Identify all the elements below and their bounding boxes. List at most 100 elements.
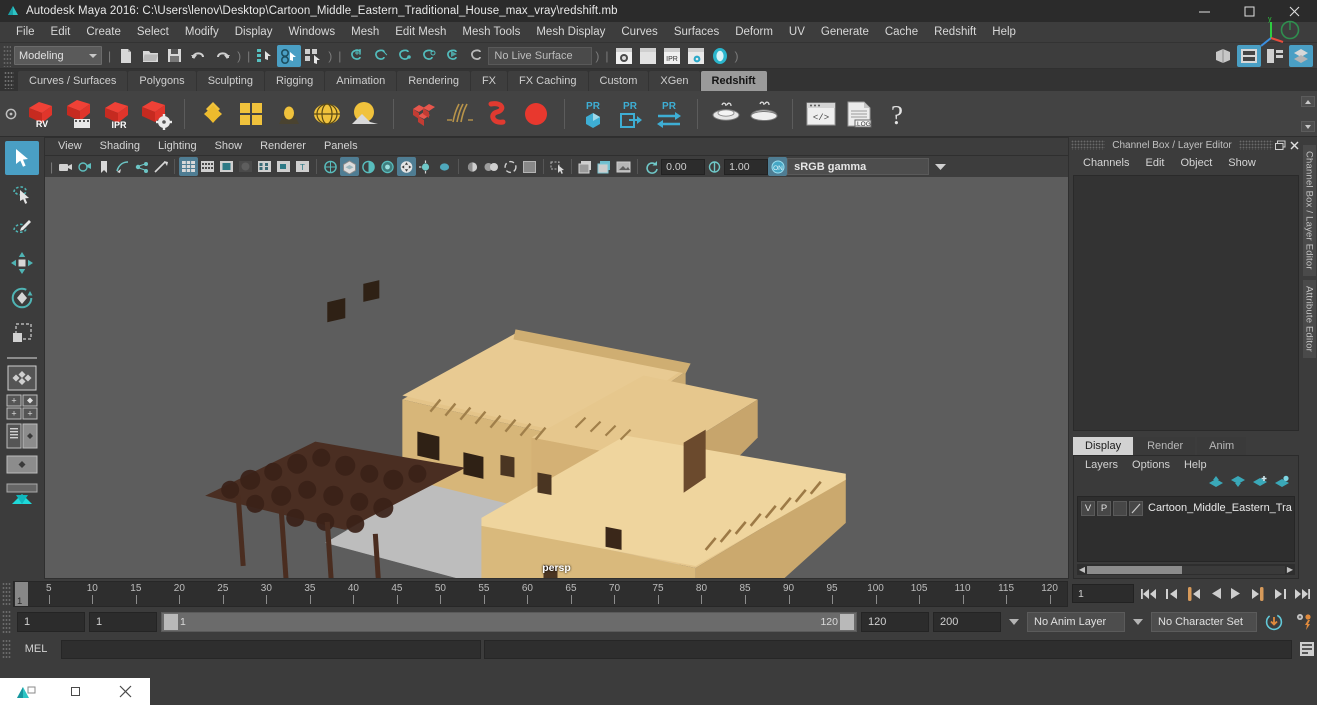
layer-menu-layers[interactable]: Layers — [1078, 459, 1125, 471]
menu-file[interactable]: File — [8, 22, 43, 43]
exposure-preview-icon[interactable] — [614, 157, 633, 176]
anim-layer-selector[interactable]: No Anim Layer — [1027, 612, 1125, 632]
new-layer-from-selected-icon[interactable] — [1274, 475, 1290, 493]
redshift-pr-material-button[interactable]: PR — [575, 96, 611, 132]
use-default-material-icon[interactable]: T — [293, 157, 312, 176]
new-layer-icon[interactable] — [1252, 475, 1268, 493]
snap-to-view-plane-icon[interactable] — [440, 45, 464, 67]
menu-curves[interactable]: Curves — [613, 22, 665, 43]
render-settings-icon[interactable] — [684, 45, 708, 67]
move-tool[interactable] — [5, 246, 39, 280]
channelbox-menu-channels[interactable]: Channels — [1075, 157, 1137, 169]
grease-pencil-icon[interactable] — [132, 157, 151, 176]
snap-to-point-icon[interactable] — [392, 45, 416, 67]
range-slider-grip[interactable] — [2, 610, 11, 634]
shelf-tab-animation[interactable]: Animation — [325, 71, 397, 91]
redshift-pr-export-button[interactable]: PR — [613, 96, 649, 132]
menu-select[interactable]: Select — [129, 22, 177, 43]
grid-icon[interactable] — [482, 157, 501, 176]
shaded-wireframe-icon[interactable] — [255, 157, 274, 176]
redshift-dome-light-button[interactable] — [309, 96, 345, 132]
xray-icon[interactable] — [416, 157, 435, 176]
show-hide-attribute-editor-icon[interactable] — [1237, 44, 1261, 67]
persp-graph-layout[interactable] — [6, 451, 38, 479]
redshift-ipr-render-button[interactable]: IPR — [100, 96, 136, 132]
redshift-render-view-button[interactable]: RV — [24, 96, 60, 132]
character-set-selector[interactable]: No Character Set — [1151, 612, 1257, 632]
resolution-gate-icon[interactable] — [520, 157, 539, 176]
shelf-grip[interactable] — [4, 71, 14, 89]
redo-icon[interactable] — [210, 45, 234, 67]
range-start-handle[interactable] — [164, 614, 178, 630]
shelf-tab-rendering[interactable]: Rendering — [397, 71, 470, 91]
step-back-frame-icon[interactable] — [1182, 583, 1203, 605]
command-line-grip[interactable] — [2, 639, 11, 659]
menu-mesh-display[interactable]: Mesh Display — [528, 22, 613, 43]
gamma-field[interactable]: 1.00 — [724, 158, 769, 175]
scroll-thumb[interactable] — [1087, 565, 1183, 574]
layer-color-swatch[interactable] — [1129, 500, 1143, 516]
step-forward-frame-icon[interactable] — [1248, 583, 1269, 605]
panel-grip[interactable] — [1071, 140, 1105, 150]
status-line-grip[interactable] — [3, 44, 11, 67]
shelf-scroll-up-icon[interactable] — [1301, 96, 1315, 107]
range-start-time-field[interactable]: 1 — [89, 612, 157, 632]
layer-list[interactable]: V P Cartoon_Middle_Eastern_Tra — [1077, 496, 1295, 562]
viewport-menu-renderer[interactable]: Renderer — [251, 137, 315, 156]
menu-create[interactable]: Create — [78, 22, 129, 43]
menu-display[interactable]: Display — [227, 22, 281, 43]
image-plane-icon[interactable] — [94, 157, 113, 176]
step-forward-keyframe-icon[interactable] — [1270, 583, 1291, 605]
shelf-tab-rigging[interactable]: Rigging — [264, 71, 325, 91]
menu-surfaces[interactable]: Surfaces — [666, 22, 727, 43]
layer-menu-help[interactable]: Help — [1177, 459, 1214, 471]
smooth-shade-all-icon[interactable] — [198, 157, 217, 176]
redshift-log-file-button[interactable]: .LOG — [841, 96, 877, 132]
render-current-frame-icon[interactable] — [612, 45, 636, 67]
bookmarks-icon[interactable] — [75, 157, 94, 176]
current-time-indicator[interactable]: 1 — [15, 581, 28, 606]
menu-deform[interactable]: Deform — [727, 22, 781, 43]
menu-uv[interactable]: UV — [781, 22, 813, 43]
color-management-selector[interactable]: sRGB gamma — [787, 158, 930, 175]
taskbar-close-icon[interactable] — [100, 678, 150, 705]
chevron-down-icon[interactable] — [929, 158, 951, 175]
redshift-bake-set-button[interactable] — [708, 96, 744, 132]
menu-mesh[interactable]: Mesh — [343, 22, 387, 43]
reset-exposure-icon[interactable] — [642, 157, 661, 176]
reset-gamma-icon[interactable] — [705, 157, 724, 176]
view-axis-gizmo[interactable]: y — [1259, 14, 1303, 54]
viewport-menu-view[interactable]: View — [49, 137, 91, 156]
color-management-toggle-icon[interactable]: ON — [768, 157, 788, 176]
channelbox-menu-edit[interactable]: Edit — [1137, 157, 1172, 169]
ipr-view-icon[interactable] — [576, 157, 595, 176]
time-slider-grip[interactable] — [2, 581, 11, 606]
shelf-tab-redshift[interactable]: Redshift — [700, 71, 767, 91]
play-forwards-icon[interactable] — [1226, 583, 1247, 605]
channelbox-menu-show[interactable]: Show — [1220, 157, 1264, 169]
undock-icon[interactable] — [1273, 139, 1287, 152]
show-hide-modeling-toolkit-icon[interactable] — [1211, 45, 1235, 67]
layer-playback-toggle[interactable]: P — [1097, 500, 1111, 516]
shelf-tab-xgen[interactable]: XGen — [649, 71, 700, 91]
play-backwards-icon[interactable] — [1204, 583, 1225, 605]
menu-redshift[interactable]: Redshift — [926, 22, 984, 43]
anim-layer-chevron-down-icon[interactable] — [1005, 612, 1023, 632]
shadows-icon[interactable] — [359, 157, 378, 176]
render-region-icon[interactable] — [595, 157, 614, 176]
smooth-shade-selected-icon[interactable] — [217, 157, 236, 176]
redshift-physical-sun-button[interactable] — [347, 96, 383, 132]
screen-space-ao-icon[interactable] — [378, 157, 397, 176]
layer-row[interactable]: V P Cartoon_Middle_Eastern_Tra — [1078, 497, 1294, 517]
textured-icon[interactable] — [274, 157, 293, 176]
script-editor-icon[interactable] — [1297, 639, 1317, 659]
redshift-sphere-object-button[interactable] — [518, 96, 554, 132]
menuset-selector[interactable]: Modeling — [14, 46, 102, 65]
outliner-persp-layout[interactable] — [6, 422, 38, 450]
auto-keyframe-icon[interactable] — [1261, 610, 1287, 634]
menu-help[interactable]: Help — [984, 22, 1024, 43]
layer-menu-options[interactable]: Options — [1125, 459, 1177, 471]
taskbar-restore-icon[interactable] — [50, 678, 100, 705]
shelf-tab-custom[interactable]: Custom — [588, 71, 649, 91]
menu-mesh-tools[interactable]: Mesh Tools — [454, 22, 528, 43]
